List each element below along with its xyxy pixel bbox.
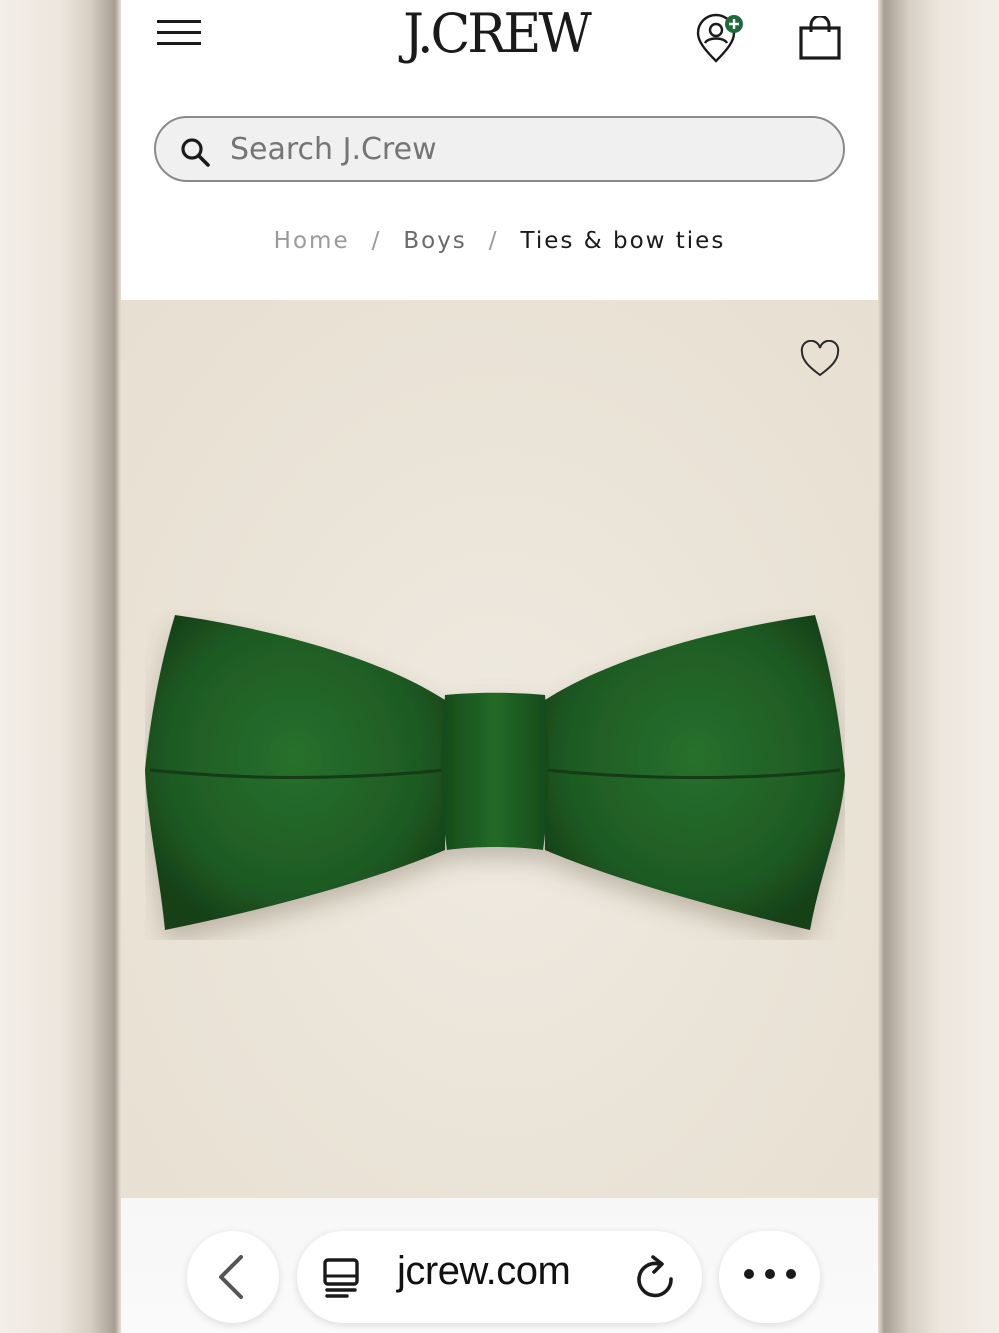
- product-page: J.CREW Home / Boys / Ties & bow ties: [121, 0, 878, 1333]
- product-image[interactable]: [121, 300, 878, 1198]
- green-velvet-bow-tie-image: [145, 615, 845, 930]
- more-options-button[interactable]: [719, 1231, 820, 1323]
- address-bar[interactable]: jcrew.com: [297, 1231, 702, 1323]
- more-dots-icon: [744, 1269, 796, 1279]
- account-location-plus-icon[interactable]: [694, 13, 748, 65]
- browser-toolbar: jcrew.com: [121, 1198, 878, 1333]
- breadcrumb-boys[interactable]: Boys: [403, 228, 466, 254]
- search-bar[interactable]: [154, 116, 845, 182]
- chevron-left-icon: [219, 1255, 243, 1299]
- search-icon: [181, 138, 210, 167]
- heart-outline-icon[interactable]: [799, 340, 841, 378]
- reload-icon[interactable]: [635, 1255, 677, 1299]
- breadcrumb-current: Ties & bow ties: [520, 228, 726, 254]
- breadcrumb: Home / Boys / Ties & bow ties: [121, 228, 878, 254]
- search-input[interactable]: [230, 118, 810, 180]
- breadcrumb-home[interactable]: Home: [274, 228, 350, 254]
- hamburger-menu-icon[interactable]: [157, 18, 201, 48]
- breadcrumb-separator: /: [371, 228, 382, 254]
- url-text: jcrew.com: [397, 1249, 571, 1293]
- shopping-bag-icon[interactable]: [799, 16, 841, 60]
- breadcrumb-separator: /: [488, 228, 499, 254]
- back-button[interactable]: [187, 1231, 279, 1323]
- jcrew-logo[interactable]: J.CREW: [361, 3, 631, 66]
- site-header: J.CREW: [121, 0, 878, 90]
- tabs-icon: [323, 1258, 359, 1298]
